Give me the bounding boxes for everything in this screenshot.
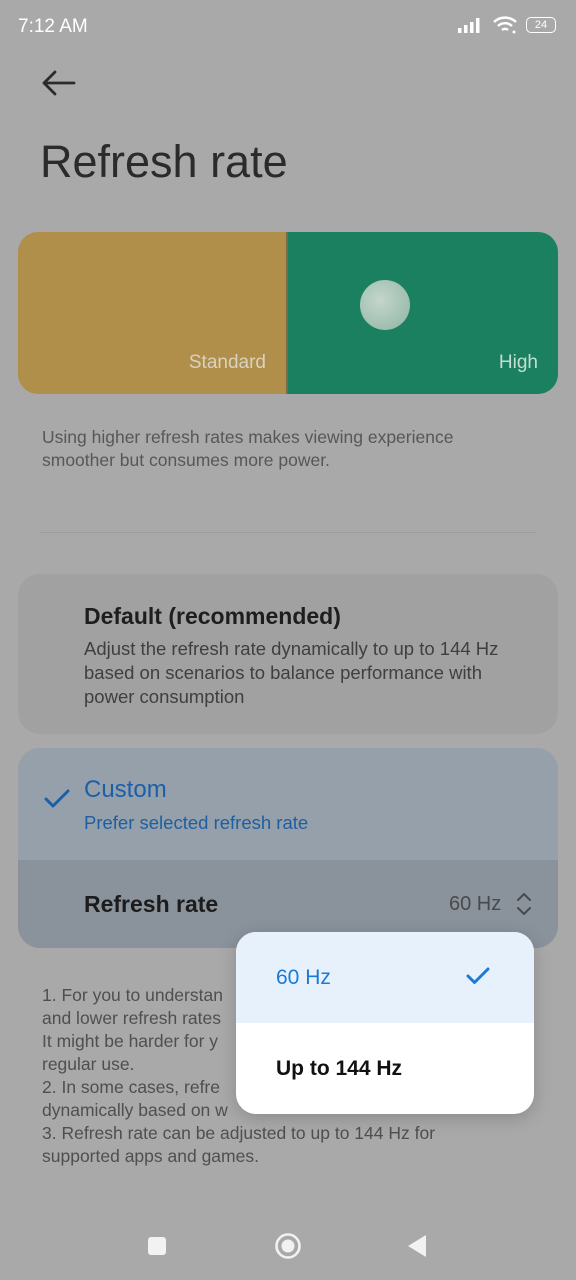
refresh-rate-dropdown: 60 Hz Up to 144 Hz (236, 932, 534, 1114)
default-option-description: Adjust the refresh rate dynamically to u… (84, 638, 499, 707)
status-time: 7:12 AM (18, 16, 88, 37)
page-title: Refresh rate (40, 136, 288, 187)
chevron-up-down-icon[interactable] (514, 890, 534, 923)
dropdown-option-label: 60 Hz (276, 965, 331, 989)
refresh-rate-slider[interactable]: Standard High (18, 232, 558, 394)
recents-square-icon[interactable] (148, 1237, 166, 1255)
slider-knob[interactable] (360, 280, 410, 330)
high-segment[interactable]: High (288, 232, 558, 394)
check-icon (466, 966, 490, 992)
back-button[interactable] (38, 64, 82, 104)
custom-option-title: Custom (84, 776, 167, 803)
note-line: supported apps and games. (42, 1146, 259, 1166)
home-circle-icon[interactable] (274, 1232, 302, 1260)
default-option-title: Default (recommended) (84, 603, 341, 629)
battery-icon: 24 (526, 17, 556, 33)
dropdown-option-144hz[interactable]: Up to 144 Hz (236, 1023, 534, 1114)
standard-label: Standard (188, 352, 266, 373)
custom-option-header[interactable] (18, 748, 558, 860)
check-icon (44, 788, 70, 815)
dropdown-option-60hz[interactable]: 60 Hz (236, 932, 534, 1023)
note-line: 3. Refresh rate can be adjusted to up to… (42, 1123, 436, 1143)
refresh-rate-value[interactable]: 60 Hz (449, 893, 501, 916)
status-icons: 24 (458, 15, 556, 35)
standard-segment[interactable]: Standard (18, 232, 286, 394)
back-triangle-icon[interactable] (406, 1233, 428, 1264)
wifi-icon (493, 16, 517, 34)
dropdown-option-label: Up to 144 Hz (276, 1056, 403, 1080)
arrow-left-icon (42, 70, 76, 96)
custom-option-subtitle: Prefer selected refresh rate (84, 812, 309, 833)
high-label: High (498, 352, 538, 373)
refresh-rate-label: Refresh rate (84, 891, 219, 917)
divider (40, 532, 536, 533)
signal-icon (458, 18, 480, 33)
refresh-description: Using higher refresh rates makes viewing… (42, 427, 454, 470)
